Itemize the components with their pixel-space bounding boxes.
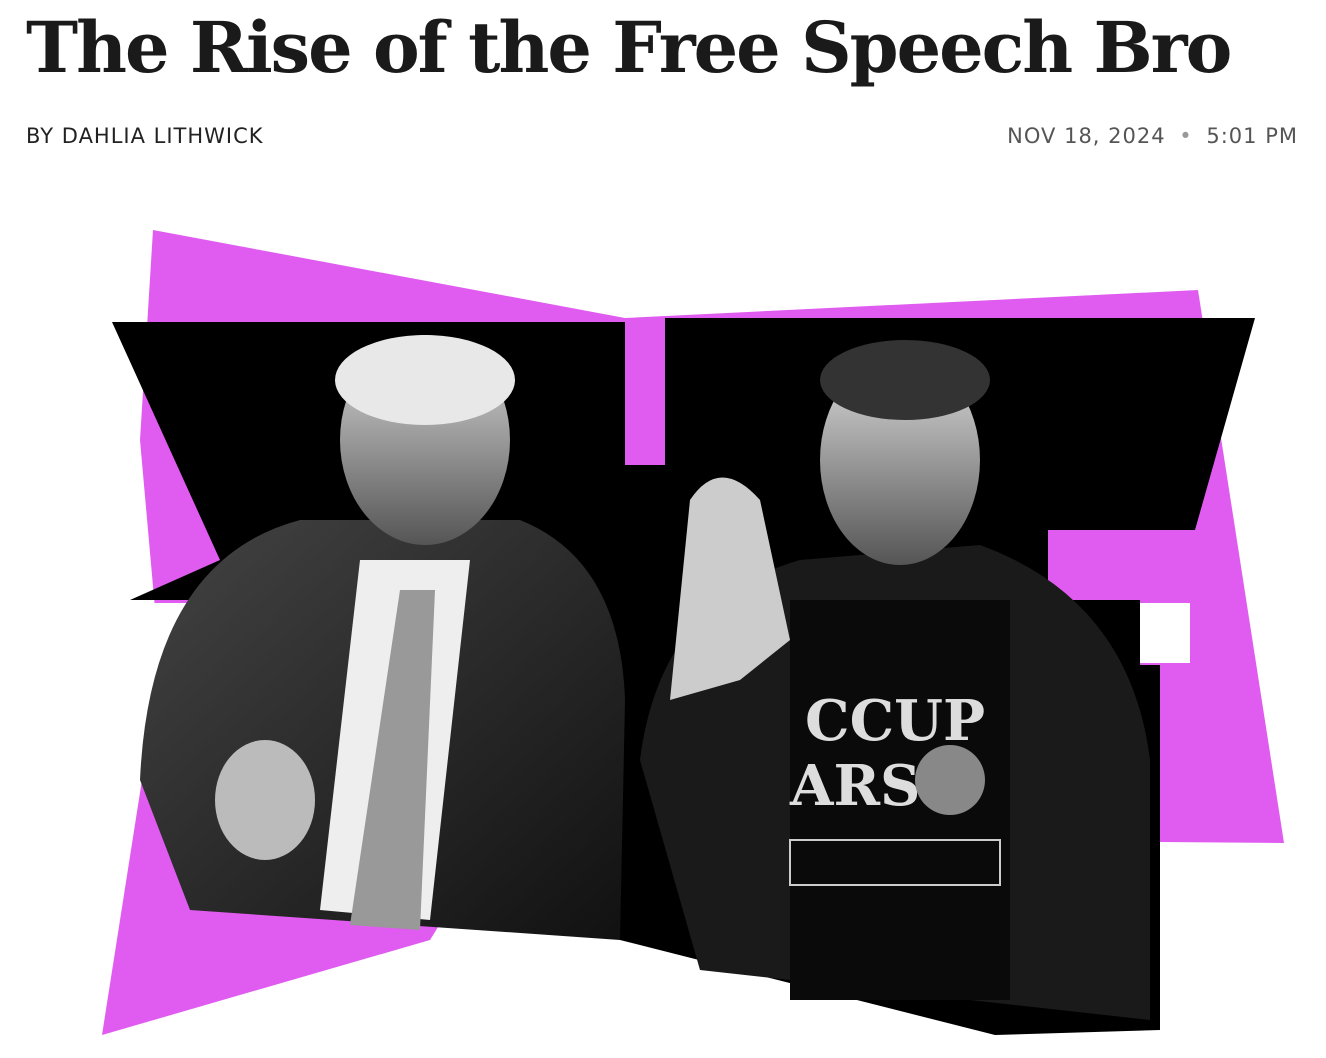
separator-dot: • [1179, 124, 1193, 148]
article-title: The Rise of the Free Speech Bro [26, 6, 1232, 89]
publish-time: 5:01 PM [1206, 124, 1298, 148]
shirt-text-line-2: ARS [789, 753, 920, 819]
shirt-text-line-1: CCUP [805, 688, 985, 754]
publish-date: NOV 18, 2024 [1007, 124, 1166, 148]
hero-illustration: CCUP ARS [102, 230, 1284, 1035]
publish-datetime: NOV 18, 2024 • 5:01 PM [1007, 124, 1298, 148]
author-byline[interactable]: BY DAHLIA LITHWICK [26, 124, 264, 148]
